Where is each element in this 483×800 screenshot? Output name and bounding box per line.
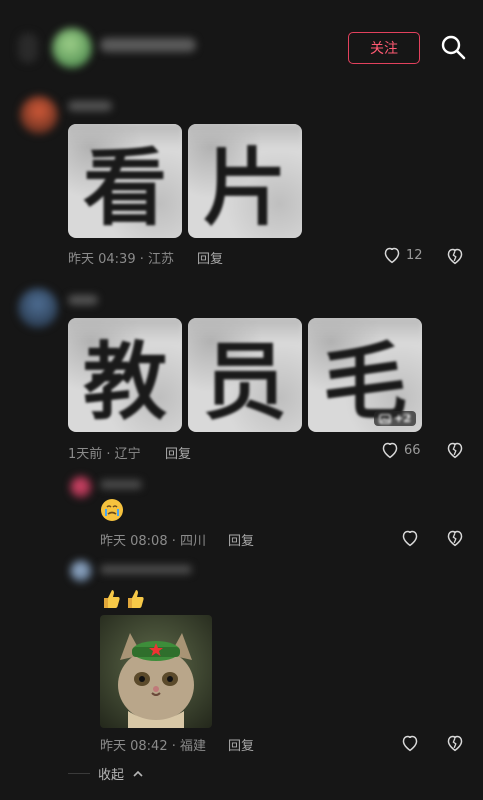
search-icon[interactable] [439,33,467,61]
collapse-divider [68,773,90,774]
reply-1-meta: 昨天 08:08 · 四川 [100,534,206,549]
reply-2-reply-button[interactable]: 回复 [228,735,254,754]
reply-2-meta: 昨天 08:42 · 福建 [100,739,206,754]
follow-button[interactable]: 关注 [348,32,420,64]
reply-1-avatar[interactable] [70,476,92,498]
comment-2-avatar[interactable] [18,288,58,328]
reply-2-avatar[interactable] [70,560,92,582]
reply-2-sticker[interactable] [100,615,212,728]
top-bar: 关注 [0,0,483,92]
reply-1-username[interactable] [100,480,142,489]
heart-icon[interactable] [400,529,420,547]
comment-2-image-2[interactable]: 员 [188,318,302,432]
comment-2-image-3[interactable]: 毛 +2 [308,318,422,432]
comment-1-username[interactable] [68,101,112,111]
collapse-row[interactable]: 收起 [68,764,144,783]
comment-1-like-count: 12 [406,247,423,263]
profile-avatar[interactable] [52,28,92,68]
more-images-count: +2 [394,412,411,425]
reply-1-reply-button[interactable]: 回复 [228,530,254,549]
comment-2-like-button[interactable]: 66 [380,441,421,459]
follow-label: 关注 [370,41,398,57]
heart-icon [382,246,402,264]
chevron-up-icon [132,769,144,779]
comment-1-image-2[interactable]: 片 [188,124,302,238]
broken-heart-icon[interactable] [445,734,465,752]
comment-1-meta: 昨天 04:39 · 江苏 [68,252,174,267]
comment-2-reply-button[interactable]: 回复 [165,443,191,462]
collapse-label: 收起 [98,768,125,783]
broken-heart-icon[interactable] [445,441,465,459]
comment-2-image-1[interactable]: 教 [68,318,182,432]
heart-icon [380,441,400,459]
comment-1-reply-button[interactable]: 回复 [197,248,223,267]
comment-1-avatar[interactable] [20,96,58,134]
broken-heart-icon[interactable] [445,529,465,547]
thumbs-up-icon [101,588,121,610]
thumbs-up-icon [125,588,145,610]
comment-1-like-button[interactable]: 12 [382,246,423,264]
heart-icon[interactable] [400,734,420,752]
image-icon [379,413,391,424]
comment-2-meta: 1天前 · 辽宁 [68,447,141,462]
reply-2-username[interactable] [100,565,192,574]
comment-1-image-1[interactable]: 看 [68,124,182,238]
more-images-badge[interactable]: +2 [374,411,416,426]
back-button[interactable] [18,33,38,63]
comment-2-like-count: 66 [404,442,421,458]
comment-2-username[interactable] [68,295,98,305]
profile-name[interactable] [100,38,196,52]
broken-heart-icon[interactable] [445,247,465,265]
crying-face-icon [101,499,123,521]
